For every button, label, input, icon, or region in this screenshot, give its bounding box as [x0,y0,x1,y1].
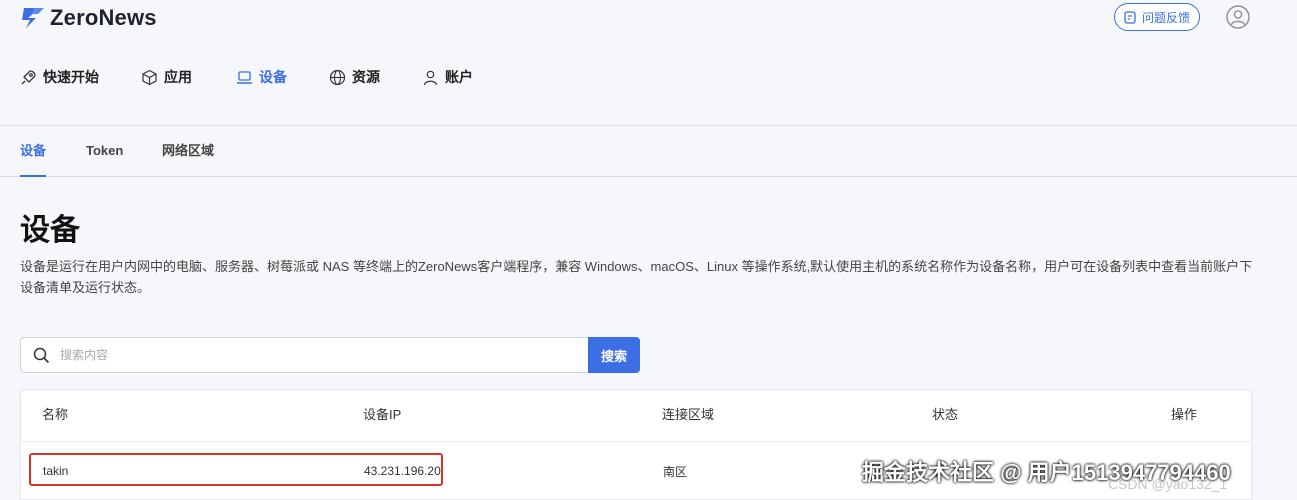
nav-label: 快速开始 [43,69,99,85]
tab-token[interactable]: Token [86,127,123,177]
column-header-region[interactable]: 连接区域 [662,390,714,440]
nav-label: 资源 [352,69,380,85]
nav-label: 设备 [259,69,287,85]
avatar-icon[interactable] [1226,5,1250,29]
logo-text: ZeroNews [50,5,157,30]
page-title: 设备 [20,214,80,247]
column-header-name[interactable]: 名称 [42,390,68,440]
watermark-sub-text: CSDN @yao132_1 [1108,476,1228,492]
globe-icon [329,69,346,85]
table-header: 名称 设备IP 连接区域 状态 操作 [21,390,1251,442]
nav-label: 应用 [164,69,192,85]
logo[interactable]: ZeroNews [20,5,157,31]
tab-network-region[interactable]: 网络区域 [162,127,214,177]
user-icon [423,70,438,85]
nav-item-account[interactable]: 账户 [422,66,473,88]
device-ip: 43.231.196.20 [364,464,441,478]
search-icon [33,347,50,363]
sub-tabs: 设备 Token 网络区域 [0,127,1297,177]
nav-item-devices[interactable]: 设备 [236,66,287,88]
search-button[interactable]: 搜索 [588,337,640,373]
main-nav: 快速开始 应用 设备 资源 账户 [20,66,473,88]
column-header-ip[interactable]: 设备IP [363,390,401,440]
search-box [20,337,588,373]
rocket-icon [21,69,36,84]
top-header: ZeroNews 问题反馈 快速开始 应用 设备 资源 账户 [0,0,1297,126]
page-description: 设备是运行在用户内网中的电脑、服务器、树莓派或 NAS 等终端上的ZeroNew… [20,259,1253,295]
column-header-actions: 操作 [1171,407,1198,422]
device-region: 南区 [663,465,688,479]
nav-item-apps[interactable]: 应用 [141,66,192,88]
nav-item-resources[interactable]: 资源 [329,66,380,88]
laptop-icon [237,70,252,84]
search-bar: 搜索 [20,337,640,373]
column-header-status[interactable]: 状态 [932,390,958,440]
nav-item-quickstart[interactable]: 快速开始 [20,66,99,88]
logo-bolt-icon [22,8,44,28]
feedback-icon [1124,10,1136,24]
search-input[interactable] [60,348,540,362]
nav-label: 账户 [445,69,473,85]
device-name[interactable]: takin [43,442,68,500]
tab-devices[interactable]: 设备 [20,127,47,177]
feedback-label: 问题反馈 [1141,10,1190,25]
feedback-button[interactable]: 问题反馈 [1114,3,1200,31]
cube-icon [142,69,157,85]
